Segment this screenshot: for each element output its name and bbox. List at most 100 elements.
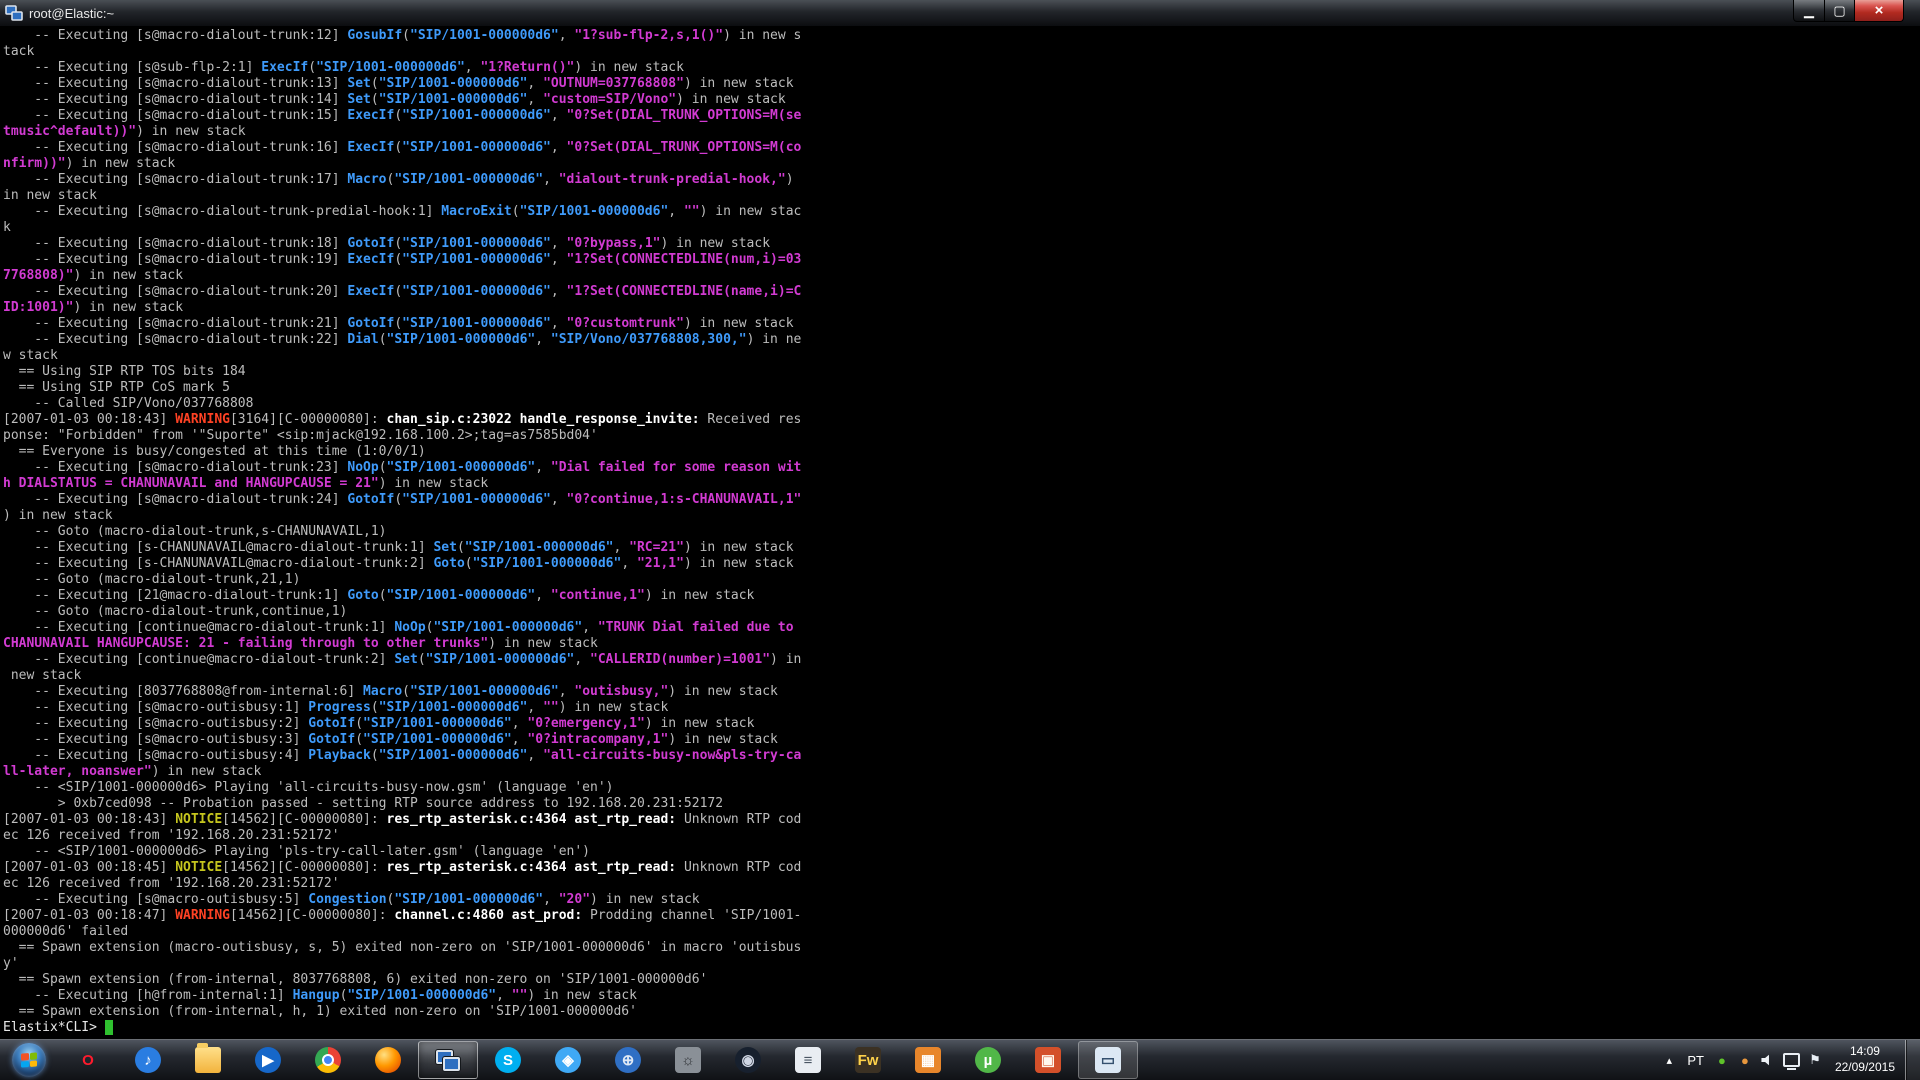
terminal-segment: "SIP/1001-000000d6" xyxy=(402,284,551,299)
terminal-segment: ) in new stack xyxy=(73,300,183,315)
terminal-segment: "SIP/1001-000000d6" xyxy=(316,60,465,75)
update-icon[interactable]: ● xyxy=(1737,1050,1753,1070)
terminal-segment: channel.c:4860 ast_prod: xyxy=(394,908,582,923)
taskbar-skype[interactable]: S xyxy=(478,1041,538,1079)
terminal-segment: "SIP/1001-000000d6" xyxy=(402,236,551,251)
clock-date: 22/09/2015 xyxy=(1835,1060,1895,1076)
taskbar-clock[interactable]: 14:09 22/09/2015 xyxy=(1831,1040,1905,1080)
terminal-segment: h DIALSTATUS = CHANUNAVAIL and HANGUPCAU… xyxy=(3,476,379,491)
terminal-segment: -- Executing [s@macro-dialout-trunk:17] xyxy=(3,172,347,187)
terminal-segment: , xyxy=(551,252,567,267)
terminal-line: -- Executing [continue@macro-dialout-tru… xyxy=(3,620,1920,636)
terminal-segment: -- Executing [s@macro-dialout-trunk:23] xyxy=(3,460,347,475)
taskbar-notepad[interactable]: ≡ xyxy=(778,1041,838,1079)
terminal-line: == Spawn extension (from-internal, 80377… xyxy=(3,972,1920,988)
terminal-line: -- Executing [s@macro-dialout-trunk:19] … xyxy=(3,252,1920,268)
terminal-segment: tmusic^default))" xyxy=(3,124,136,139)
terminal-segment: ( xyxy=(371,748,379,763)
taskbar-photo-gallery[interactable]: ▦ xyxy=(898,1041,958,1079)
terminal-segment: ( xyxy=(465,556,473,571)
terminal-segment: ) in new stack xyxy=(684,76,794,91)
taskbar-media-player[interactable]: ▶ xyxy=(238,1041,298,1079)
terminal-segment: Set xyxy=(347,92,370,107)
titlebar[interactable]: root@Elastic:~ ▁ ▢ × xyxy=(0,0,1920,27)
terminal-segment: "all-circuits-busy-now&pls-try-ca xyxy=(543,748,801,763)
terminal-segment: ) in new stack xyxy=(527,988,637,1003)
taskbar-file-explorer[interactable] xyxy=(178,1041,238,1079)
terminal-output[interactable]: -- Executing [s@macro-dialout-trunk:12] … xyxy=(0,26,1920,1040)
terminal-line: tmusic^default))") in new stack xyxy=(3,124,1920,140)
taskbar-steam[interactable]: ◉ xyxy=(718,1041,778,1079)
taskbar-utorrent[interactable]: µ xyxy=(958,1041,1018,1079)
taskbar-internet-globe[interactable]: ⊕ xyxy=(598,1041,658,1079)
fireworks-icon: Fw xyxy=(855,1047,881,1073)
terminal-segment: ( xyxy=(394,236,402,251)
taskbar-putty[interactable] xyxy=(418,1041,478,1079)
terminal-segment: , xyxy=(527,748,543,763)
close-button[interactable]: × xyxy=(1854,0,1904,22)
terminal-segment: , xyxy=(551,492,567,507)
taskbar-fireworks[interactable]: Fw xyxy=(838,1041,898,1079)
terminal-segment: "TRUNK Dial failed due to xyxy=(598,620,794,635)
action-center-icon[interactable]: ⚑ xyxy=(1807,1050,1823,1070)
terminal-segment: , xyxy=(543,892,559,907)
terminal-segment: Macro xyxy=(347,172,386,187)
snipping-tool-icon: ▭ xyxy=(1095,1047,1121,1073)
hidden-icons-chevron[interactable]: ▴ xyxy=(1661,1050,1677,1070)
taskbar-opera[interactable]: O xyxy=(58,1041,118,1079)
taskbar-image-viewer[interactable]: ▣ xyxy=(1018,1041,1078,1079)
terminal-segment: -- Goto (macro-dialout-trunk,continue,1) xyxy=(3,604,347,619)
volume-icon[interactable] xyxy=(1760,1050,1776,1070)
taskbar-settings[interactable]: ☼ xyxy=(658,1041,718,1079)
terminal-segment: -- Executing [s@macro-dialout-trunk:20] xyxy=(3,284,347,299)
minimize-button[interactable]: ▁ xyxy=(1793,0,1825,22)
terminal-segment: in new stack xyxy=(3,188,97,203)
terminal-segment: ) in new stack xyxy=(645,716,755,731)
terminal-segment: ( xyxy=(402,28,410,43)
terminal-segment: ExecIf xyxy=(261,60,308,75)
terminal-segment: Progress xyxy=(308,700,371,715)
windows-logo-icon xyxy=(12,1043,46,1077)
terminal-segment: ( xyxy=(418,652,426,667)
terminal-line: -- Executing [s@macro-dialout-trunk:13] … xyxy=(3,76,1920,92)
terminal-line: -- Executing [continue@macro-dialout-tru… xyxy=(3,652,1920,668)
terminal-segment: ) xyxy=(786,172,794,187)
terminal-segment: ) in new stack xyxy=(684,316,794,331)
terminal-segment: ll-later, noanswer" xyxy=(3,764,152,779)
language-indicator[interactable]: PT xyxy=(1684,1050,1707,1070)
terminal-segment: "" xyxy=(543,700,559,715)
terminal-segment: "21,1" xyxy=(637,556,684,571)
taskbar-safari[interactable]: ◈ xyxy=(538,1041,598,1079)
terminal-line: ID:1001)") in new stack xyxy=(3,300,1920,316)
terminal-line: -- Executing [s@macro-outisbusy:2] GotoI… xyxy=(3,716,1920,732)
terminal-segment: , xyxy=(559,684,575,699)
terminal-segment: -- Called SIP/Vono/037768808 xyxy=(3,396,253,411)
terminal-line: -- Executing [s@macro-outisbusy:5] Conge… xyxy=(3,892,1920,908)
terminal-segment: "" xyxy=(684,204,700,219)
show-desktop-button[interactable] xyxy=(1905,1040,1920,1080)
network-icon[interactable] xyxy=(1783,1050,1800,1070)
file-explorer-icon xyxy=(195,1047,221,1073)
terminal-segment: CHANUNAVAIL HANGUPCAUSE: 21 - failing th… xyxy=(3,636,488,651)
terminal-segment: WARNING xyxy=(175,908,230,923)
terminal-segment: "Dial failed for some reason wit xyxy=(551,460,801,475)
terminal-segment: ( xyxy=(308,60,316,75)
steam-icon: ◉ xyxy=(735,1047,761,1073)
taskbar-firefox[interactable] xyxy=(358,1041,418,1079)
terminal-segment: , xyxy=(512,732,528,747)
taskbar-snipping-tool[interactable]: ▭ xyxy=(1078,1041,1138,1079)
terminal-segment: ( xyxy=(457,540,465,555)
terminal-segment: -- Executing [s-CHANUNAVAIL@macro-dialou… xyxy=(3,556,433,571)
antivirus-icon[interactable]: ● xyxy=(1714,1050,1730,1070)
terminal-segment: ) in new stack xyxy=(684,540,794,555)
taskbar-chrome[interactable] xyxy=(298,1041,358,1079)
putty-icon xyxy=(435,1047,461,1073)
start-button[interactable] xyxy=(0,1040,58,1080)
terminal-line: -- Executing [21@macro-dialout-trunk:1] … xyxy=(3,588,1920,604)
maximize-button[interactable]: ▢ xyxy=(1825,0,1854,22)
taskbar-itunes[interactable]: ♪ xyxy=(118,1041,178,1079)
terminal-segment: GotoIf xyxy=(308,732,355,747)
terminal-segment: -- Executing [s@macro-dialout-trunk:22] xyxy=(3,332,347,347)
terminal-window: root@Elastic:~ ▁ ▢ × -- Executing [s@mac… xyxy=(0,0,1920,1040)
terminal-segment: , xyxy=(527,76,543,91)
